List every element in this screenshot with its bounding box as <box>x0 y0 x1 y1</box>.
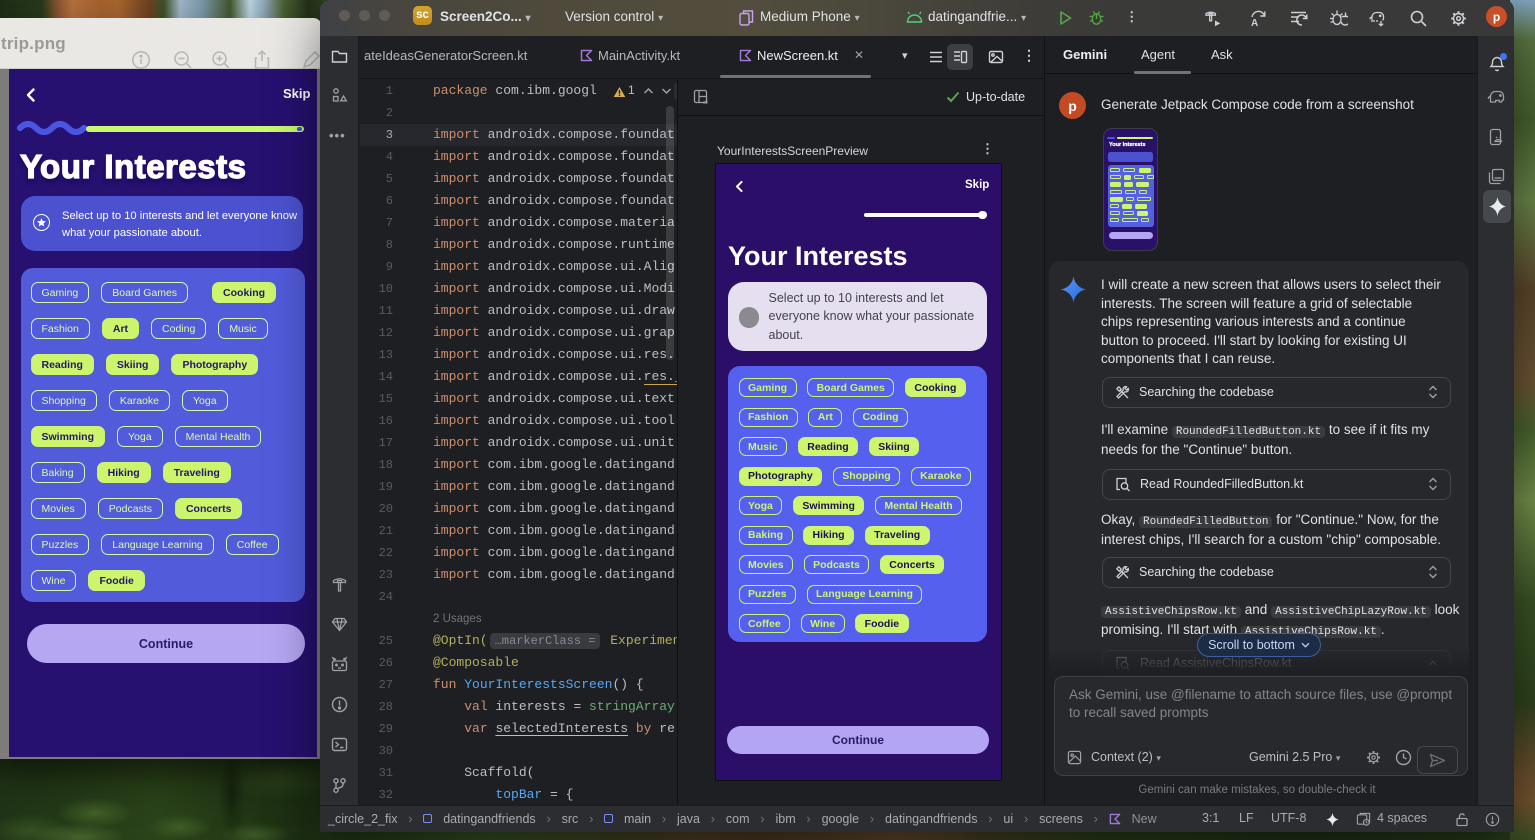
svg-text:A: A <box>1251 18 1258 28</box>
